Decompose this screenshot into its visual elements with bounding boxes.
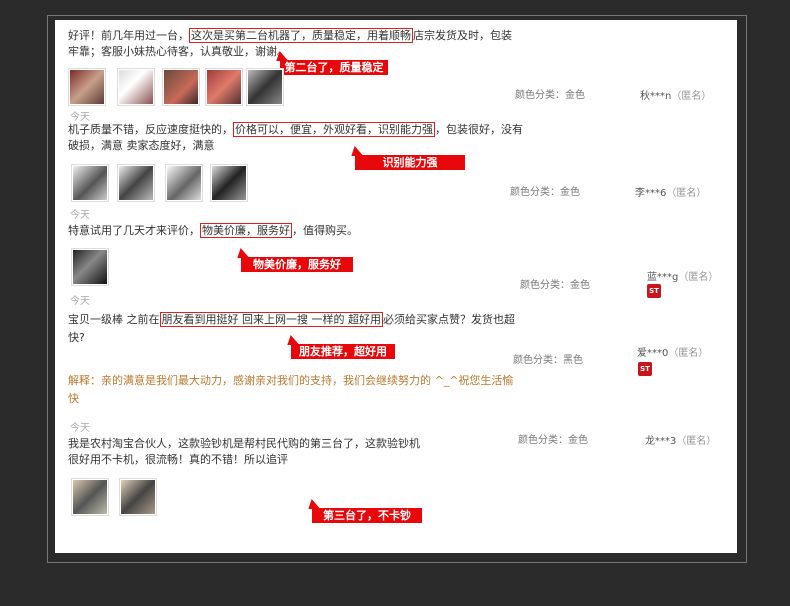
review-text-part: 宝贝一级棒 之前在 [68, 313, 160, 326]
review-text-4: 宝贝一级棒 之前在 朋友看到用挺好 回来上网一搜 一样的 超好用 必须给买家点赞？发… [68, 312, 515, 328]
review-text-5: 我是农村淘宝合伙人，这款验钞机是帮村民代购的第三台了，这款验钞机 [68, 437, 420, 450]
anonymous-tag: （匿名） [671, 91, 712, 102]
callout-label: 物美价廉，服务好 [241, 257, 353, 272]
review-text-part: 机子质量不错，反应速度挺快的， [68, 123, 233, 136]
review-photo[interactable] [117, 164, 155, 202]
user-nick: 蓝***g [647, 272, 679, 283]
callout-label: 朋友推荐，超好用 [291, 344, 395, 359]
reviewer-name: 爱***0（匿名） [637, 344, 708, 359]
review-text-1-line2: 牢靠；客服小妹热心待客，认真敬业，谢谢。 [68, 45, 288, 58]
callout-label: 第三台了，不卡钞 [312, 508, 422, 523]
review-photo[interactable] [205, 68, 243, 106]
review-date: 今天 [70, 112, 90, 123]
member-badge-icon: ST [647, 284, 661, 298]
review-text-2: 机子质量不错，反应速度挺快的， 价格可以，便宜，外观好看，识别能力强 ，包装很好，没… [68, 122, 523, 138]
review-text-3: 特意试用了几天才来评价， 物美价廉，服务好 ，值得购买。 [68, 223, 358, 239]
user-nick: 秋***n [640, 91, 672, 102]
highlight-box: 朋友看到用挺好 回来上网一搜 一样的 超好用 [159, 312, 383, 327]
member-badge-icon: ST [638, 362, 652, 376]
review-photo[interactable] [71, 164, 109, 202]
review-photo[interactable] [119, 478, 157, 516]
reviewer-name: 李***6（匿名） [635, 184, 706, 199]
review-photo[interactable] [162, 68, 200, 106]
review-date: 今天 [70, 296, 90, 307]
review-text-2-line2: 破损，满意 卖家态度好，满意 [68, 139, 215, 152]
seller-reply-line2: 快 [68, 392, 79, 405]
review-text-5-line2: 很好用不卡机，很流畅！真的不错！所以追评 [68, 453, 288, 466]
review-text-part: 必须给买家点赞？发货也超 [383, 313, 515, 326]
highlight-box: 物美价廉，服务好 [200, 223, 292, 238]
user-nick: 李***6 [635, 188, 667, 199]
reviewer-name: 秋***n（匿名） [640, 87, 711, 102]
color-spec: 颜色分类：金色 [510, 187, 580, 198]
callout-label: 识别能力强 [355, 155, 465, 170]
review-text-part: 好评！前几年用过一台， [68, 29, 189, 42]
color-spec: 颜色分类：金色 [518, 435, 588, 446]
color-spec: 颜色分类：金色 [520, 280, 590, 291]
review-text-1: 好评！前几年用过一台， 这次是买第二台机器了，质量稳定，用着顺畅 店宗发货及时，包装 [68, 28, 512, 44]
review-text-4-line2: 快? [68, 331, 85, 344]
highlight-box: 价格可以，便宜，外观好看，识别能力强 [233, 122, 435, 137]
review-text-part: 特意试用了几天才来评价， [68, 224, 200, 237]
anonymous-tag: （匿名） [676, 436, 717, 447]
seller-reply: 解释：亲的满意是我们最大动力，感谢亲对我们的支持，我们会继续努力的 ^_^祝您生… [68, 374, 514, 387]
review-photo[interactable] [71, 248, 109, 286]
review-text-part: ，值得购买。 [292, 224, 358, 237]
reviewer-name: 龙***3（匿名） [645, 432, 716, 447]
highlight-box: 这次是买第二台机器了，质量稳定，用着顺畅 [189, 28, 413, 43]
user-nick: 爱***0 [637, 348, 669, 359]
anonymous-tag: （匿名） [678, 272, 719, 283]
review-photo[interactable] [165, 164, 203, 202]
review-photo[interactable] [68, 68, 106, 106]
color-spec: 颜色分类：黑色 [513, 355, 583, 366]
review-date: 今天 [70, 423, 90, 434]
review-photo[interactable] [210, 164, 248, 202]
review-photo[interactable] [246, 68, 284, 106]
anonymous-tag: （匿名） [668, 348, 709, 359]
review-date: 今天 [70, 210, 90, 221]
review-text-part: 店宗发货及时，包装 [413, 29, 512, 42]
review-photo[interactable] [71, 478, 109, 516]
user-nick: 龙***3 [645, 436, 677, 447]
review-photo[interactable] [117, 68, 155, 106]
callout-label: 第二台了，质量稳定 [280, 60, 388, 75]
anonymous-tag: （匿名） [666, 188, 707, 199]
review-panel: 好评！前几年用过一台， 这次是买第二台机器了，质量稳定，用着顺畅 店宗发货及时，包装… [55, 20, 737, 553]
review-text-part: ，包装很好，没有 [435, 123, 523, 136]
reviewer-name: 蓝***g（匿名） [647, 268, 718, 283]
color-spec: 颜色分类：金色 [515, 90, 585, 101]
